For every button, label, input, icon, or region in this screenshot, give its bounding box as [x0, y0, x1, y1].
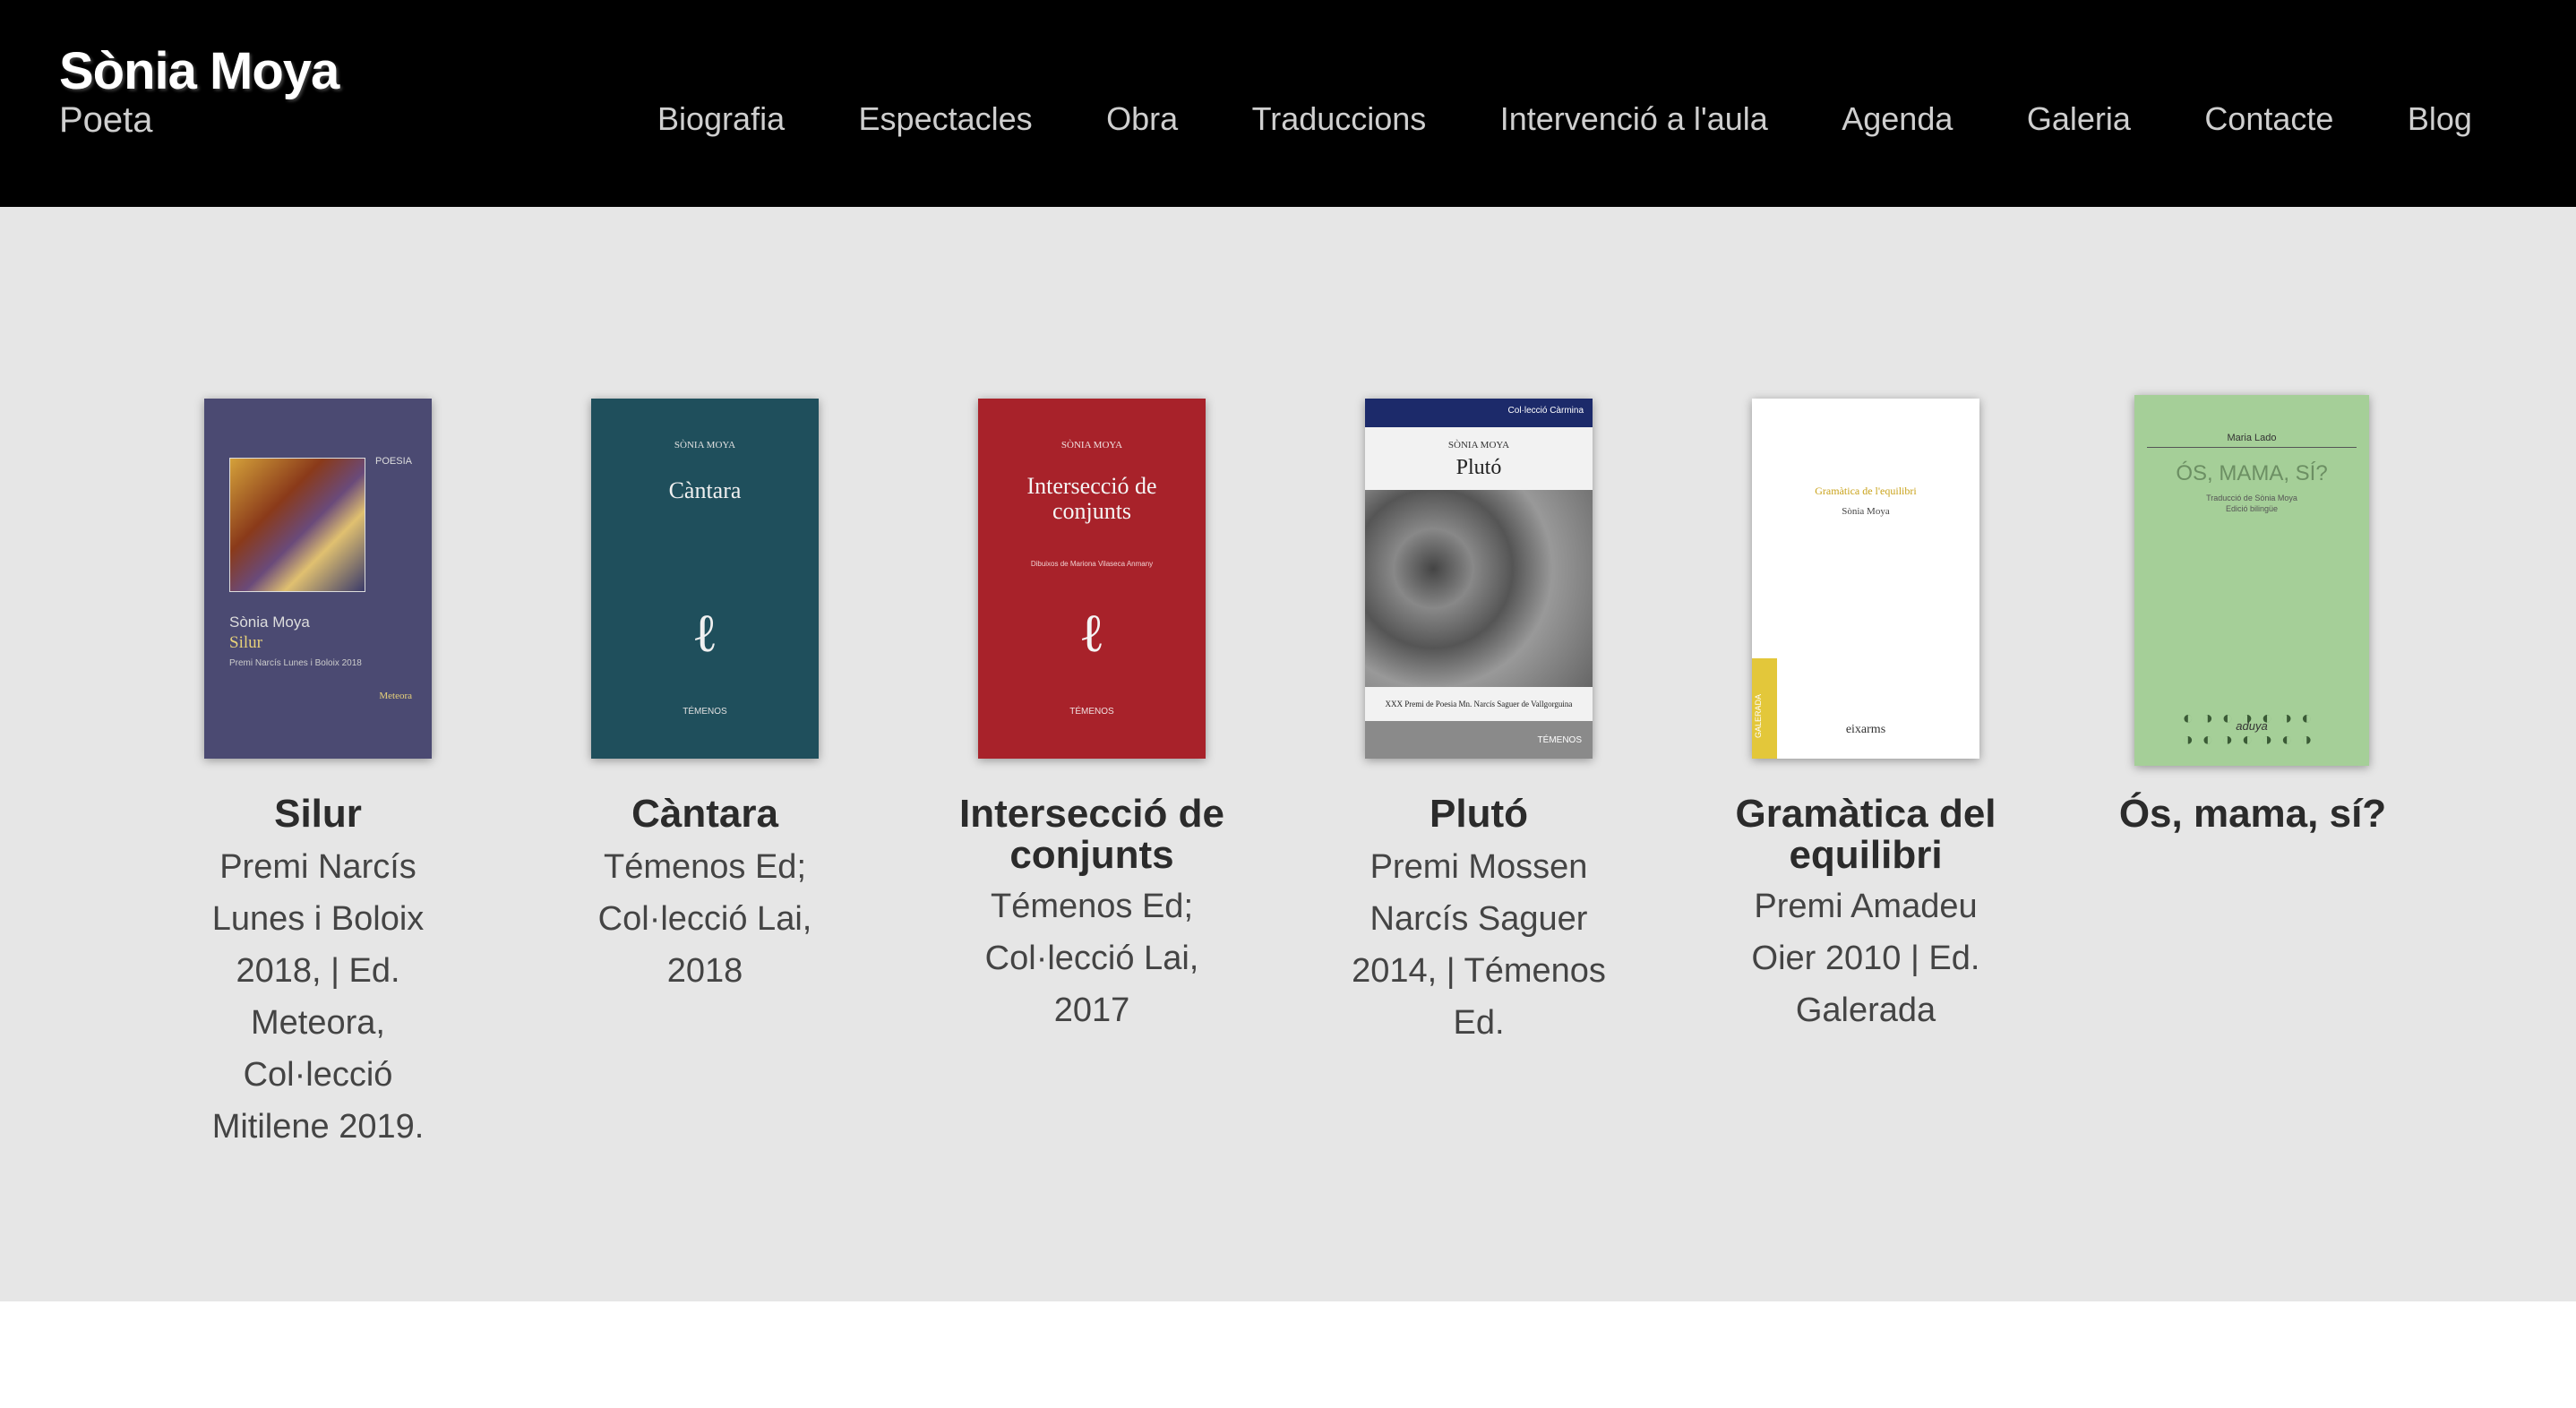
book-description: Premi Narcís Lunes i Boloix 2018, | Ed. …	[211, 848, 425, 1146]
book-description: Témenos Ed; Col·lecció Lai, 2018	[597, 848, 812, 990]
cover-series: POESIA	[375, 456, 412, 467]
emblem-icon: ℓ	[691, 604, 718, 663]
site-subtitle: Poeta	[59, 100, 153, 140]
cover-title: Intersecció de conjunts	[1026, 473, 1157, 524]
nav-blog[interactable]: Blog	[2408, 100, 2472, 138]
cover-author: SÒNIA MOYA	[1447, 440, 1510, 451]
book-title[interactable]: Càntara	[571, 794, 839, 835]
shells-icon: ◑◐◑◐◑◐◑	[2182, 730, 2322, 750]
nav-traduccions[interactable]: Traduccions	[1252, 100, 1427, 138]
nav-biografia[interactable]: Biografia	[657, 100, 785, 138]
book-title[interactable]: Gramàtica del equilibri	[1731, 794, 2000, 876]
book-title[interactable]: Plutó	[1344, 794, 1613, 835]
cover-title: Plutó	[1455, 456, 1502, 479]
book-title[interactable]: Ós, mama, sí?	[2118, 794, 2387, 835]
site-brand[interactable]: Sònia Moya Poeta	[59, 39, 339, 140]
cover-note-2: Edició bilingüe	[2225, 504, 2279, 513]
site-header: Sònia Moya Poeta Biografia Espectacles O…	[0, 0, 2576, 207]
nav-espectacles[interactable]: Espectacles	[859, 100, 1033, 138]
cover-note: Dibuixos de Mariona Vilaseca Anmany	[1030, 560, 1154, 568]
cover-note: Traducció de Sònia Moya	[2206, 494, 2297, 502]
cover-publisher: TÉMENOS	[1069, 707, 1114, 717]
cover-title: Gramàtica de l'equilibri	[1815, 485, 1917, 497]
book-cover-silur[interactable]: POESIA Sònia Moya Silur Premi Narcís Lun…	[204, 399, 432, 759]
book-cover-gramatica[interactable]: Gramàtica de l'equilibri Sònia Moya GALE…	[1752, 399, 1979, 759]
book-description: Premi Amadeu Oier 2010 | Ed. Galerada	[1751, 888, 1980, 1029]
cover-divider	[2147, 447, 2357, 448]
nav-galeria[interactable]: Galeria	[2027, 100, 2131, 138]
nav-intervencio[interactable]: Intervenció a l'aula	[1500, 100, 1768, 138]
book-cover-os-mama-si[interactable]: Maria Lado ÓS, MAMA, SÍ? Traducció de Sò…	[2134, 395, 2369, 766]
cover-publisher: TÉMENOS	[1537, 735, 1582, 745]
cover-author: SÒNIA MOYA	[674, 440, 736, 451]
cover-title: ÓS, MAMA, SÍ?	[2176, 461, 2328, 485]
cover-publisher: Meteora	[379, 691, 412, 701]
book-title[interactable]: Silur	[184, 794, 452, 835]
site-title[interactable]: Sònia Moya	[59, 39, 339, 104]
cover-author: SÒNIA MOYA	[1060, 440, 1123, 451]
nav-obra[interactable]: Obra	[1106, 100, 1178, 138]
cover-note: XXX Premi de Poesia Mn. Narcís Saguer de…	[1385, 700, 1573, 708]
main-nav: Biografia Espectacles Obra Traduccions I…	[657, 100, 2472, 138]
book-cover-pluto[interactable]: Col·lecció Càrmina SÒNIA MOYA Plutó XXX …	[1365, 399, 1593, 759]
cover-author: Sònia Moya	[1842, 506, 1890, 517]
cover-title: Silur	[229, 633, 262, 652]
cover-title: Càntara	[668, 477, 742, 503]
cover-artwork	[1365, 490, 1593, 687]
cover-publisher: aduya	[2236, 719, 2268, 733]
nav-agenda[interactable]: Agenda	[1842, 100, 1953, 138]
cover-artwork	[229, 458, 365, 592]
cover-author: Sònia Moya	[229, 614, 310, 631]
cover-collection: Col·lecció Càrmina	[1507, 406, 1584, 416]
books-section: POESIA Sònia Moya Silur Premi Narcís Lun…	[0, 207, 2576, 1301]
cover-note: Premi Narcís Lunes i Boloix 2018	[229, 658, 362, 668]
book-description: Premi Mossen Narcís Saguer 2014, | Témen…	[1352, 848, 1606, 1042]
cover-publisher: TÉMENOS	[683, 707, 727, 717]
book-cover-interseccio[interactable]: SÒNIA MOYA Intersecció de conjunts Dibui…	[978, 399, 1206, 759]
book-description: Témenos Ed; Col·lecció Lai, 2017	[984, 888, 1199, 1029]
cover-publisher: eixarms	[1845, 723, 1886, 736]
emblem-icon: ℓ	[1078, 604, 1105, 663]
cover-author: Maria Lado	[2227, 433, 2277, 443]
page-footer-space	[0, 1301, 2576, 1408]
book-title[interactable]: Intersecció de conjunts	[957, 794, 1226, 876]
nav-contacte[interactable]: Contacte	[2204, 100, 2333, 138]
book-cover-cantara[interactable]: SÒNIA MOYA Càntara ℓ TÉMENOS	[591, 399, 819, 759]
